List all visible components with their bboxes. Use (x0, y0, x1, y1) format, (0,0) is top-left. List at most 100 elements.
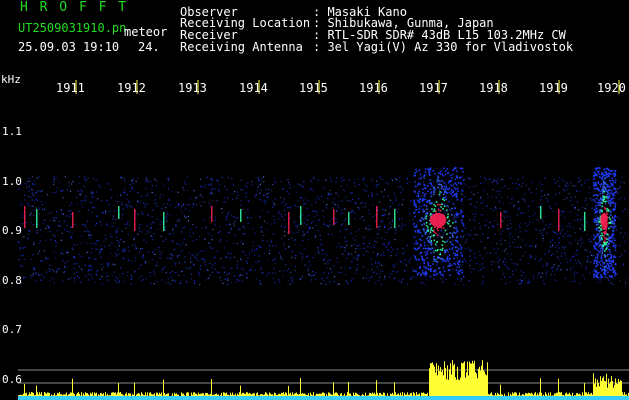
noise-dot (212, 228, 214, 231)
noise-dot (474, 227, 476, 229)
meteor-echo-dot (451, 207, 453, 210)
meteor-echo-dot (435, 210, 437, 213)
noise-dot (449, 208, 451, 210)
noise-dot (537, 273, 539, 275)
noise-dot (502, 202, 505, 204)
noise-dot (159, 253, 161, 255)
noise-dot (279, 196, 282, 199)
noise-dot (41, 209, 43, 211)
noise-dot (105, 238, 107, 240)
noise-dot (569, 226, 571, 228)
noise-dot (50, 211, 52, 213)
noise-dot (482, 276, 484, 278)
meteor-echo-dot (593, 178, 595, 180)
noise-dot (436, 245, 438, 247)
amplitude-bar (606, 373, 607, 398)
meteor-echo-dot (421, 235, 424, 237)
meteor-echo-dot (606, 207, 608, 210)
noise-dot (412, 219, 414, 221)
noise-dot (557, 267, 559, 269)
meteor-echo-dot (602, 176, 604, 178)
noise-dot (181, 250, 183, 252)
noise-dot (323, 188, 325, 190)
noise-dot (240, 240, 242, 242)
noise-dot (46, 225, 48, 227)
meteor-echo-dot (606, 244, 609, 247)
meteor-echo-dot (593, 276, 595, 278)
noise-dot (54, 235, 57, 237)
meteor-echo-dot (425, 205, 428, 207)
noise-dot (210, 178, 213, 180)
noise-dot (619, 218, 621, 220)
noise-dot (22, 247, 24, 249)
noise-dot (345, 257, 347, 260)
noise-dot (619, 256, 621, 258)
meteor-echo-dot (441, 257, 444, 260)
meteor-echo-dot (447, 223, 450, 225)
noise-dot (120, 239, 122, 241)
meteor-echo-dot (610, 260, 612, 263)
noise-dot (301, 253, 303, 255)
noise-dot (310, 279, 312, 281)
noise-dot (516, 214, 518, 216)
noise-dot (230, 214, 232, 216)
meteor-echo-dot (608, 262, 610, 264)
meteor-echo-dot (601, 232, 603, 235)
noise-dot (373, 184, 375, 186)
meteor-echo-dot (462, 216, 464, 218)
noise-dot (183, 203, 185, 205)
noise-dot (259, 216, 261, 218)
meteor-echo-dot (614, 274, 616, 277)
noise-dot (33, 243, 35, 245)
meteor-echo-dot (415, 270, 417, 273)
noise-dot (134, 260, 137, 262)
amplitude-bar (479, 366, 480, 398)
noise-dot (303, 217, 305, 219)
app-name: H R O F F T (20, 0, 129, 15)
noise-dot (395, 199, 397, 201)
noise-dot (507, 196, 509, 198)
noise-dot (512, 270, 514, 272)
noise-dot (140, 264, 142, 266)
meteor-echo-dot (614, 206, 616, 208)
noise-dot (233, 223, 235, 225)
meteor-echo-dot (431, 226, 433, 229)
noise-dot (491, 269, 493, 271)
meteor-echo-dot (424, 251, 427, 253)
meteor-echo-dot (456, 214, 458, 217)
meteor-echo-dot (428, 240, 430, 243)
noise-dot (488, 227, 490, 229)
noise-dot (391, 270, 393, 272)
noise-dot (591, 207, 594, 209)
noise-dot (272, 222, 275, 224)
meteor-echo-dot (423, 266, 425, 268)
noise-dot (53, 278, 55, 280)
noise-dot (328, 224, 330, 226)
noise-dot (226, 189, 228, 191)
noise-dot (589, 197, 591, 200)
noise-dot (338, 283, 340, 285)
amplitude-bar (473, 363, 474, 398)
noise-dot (563, 248, 565, 250)
noise-dot (493, 209, 495, 212)
meteor-echo-dot (426, 250, 429, 253)
noise-dot (260, 282, 262, 284)
meteor-echo-dot (446, 257, 449, 260)
meteor-echo-dot (599, 211, 601, 214)
noise-dot (367, 209, 369, 211)
noise-dot (375, 260, 377, 262)
noise-dot (45, 239, 47, 241)
meteor-echo-dot (460, 248, 463, 250)
noise-dot (29, 277, 31, 279)
noise-dot (447, 239, 449, 241)
noise-dot (343, 220, 345, 222)
noise-dot (617, 192, 619, 194)
meteor-echo-dot (598, 226, 600, 229)
meteor-echo-dot (612, 271, 615, 274)
noise-dot (365, 228, 367, 230)
noise-dot (84, 264, 86, 266)
noise-dot (31, 211, 33, 213)
noise-dot (323, 280, 325, 282)
noise-dot (245, 260, 247, 262)
noise-dot (512, 182, 514, 184)
